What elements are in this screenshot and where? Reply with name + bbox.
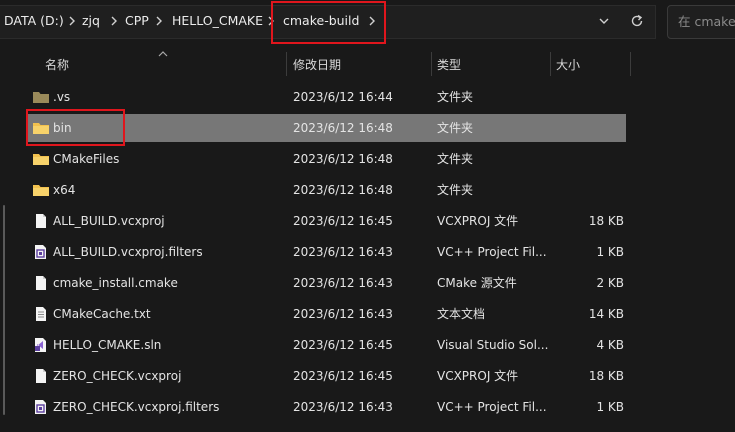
text-file-icon: [32, 306, 50, 322]
file-type: 文件夹: [437, 183, 474, 197]
file-row[interactable]: ALL_BUILD.vcxproj 2023/6/12 16:45 VCXPRO…: [26, 207, 626, 235]
search-input[interactable]: 在 cmake-build 中搜索: [667, 5, 735, 39]
breadcrumb-drive[interactable]: DATA (D:): [4, 10, 64, 32]
file-date: 2023/6/12 16:45: [293, 338, 393, 352]
vcxproj-filters-icon: [32, 399, 50, 415]
file-size: 4 KB: [596, 338, 624, 352]
file-size: 18 KB: [588, 369, 624, 383]
file-row[interactable]: ZERO_CHECK.vcxproj.filters 2023/6/12 16:…: [26, 393, 626, 421]
file-size: [553, 145, 624, 173]
folder-icon: [32, 182, 50, 198]
column-header-date[interactable]: 修改日期: [293, 52, 341, 78]
column-divider[interactable]: [431, 52, 432, 76]
file-date: 2023/6/12 16:45: [293, 369, 393, 383]
folder-icon: [32, 151, 50, 167]
document-icon: [32, 368, 50, 384]
file-type: 文件夹: [437, 90, 474, 104]
column-header-size[interactable]: 大小: [556, 52, 580, 78]
file-date: 2023/6/12 16:45: [293, 214, 393, 228]
file-date: 2023/6/12 16:43: [293, 307, 393, 321]
file-date: 2023/6/12 16:43: [293, 276, 393, 290]
file-type: 文件夹: [437, 121, 474, 135]
file-date: 2023/6/12 16:43: [293, 245, 393, 259]
refresh-icon[interactable]: [628, 12, 646, 30]
file-size: 1 KB: [596, 400, 624, 414]
file-size: [553, 83, 624, 111]
file-type: VC++ Project Fil...: [437, 245, 547, 259]
file-name: .vs: [53, 90, 71, 104]
document-icon: [32, 275, 50, 291]
breadcrumb-hello-cmake[interactable]: HELLO_CMAKE: [172, 10, 263, 32]
highlight-box-bin: [26, 109, 125, 146]
visual-studio-solution-icon: [32, 337, 50, 353]
file-type: CMake 源文件: [437, 276, 517, 290]
file-size: 1 KB: [596, 245, 624, 259]
file-type: Visual Studio Sol...: [437, 338, 549, 352]
search-placeholder: 在 cmake-build 中搜索: [678, 14, 735, 29]
file-size: 14 KB: [588, 307, 624, 321]
file-row[interactable]: x64 2023/6/12 16:48 文件夹: [26, 176, 626, 204]
chevron-right-icon[interactable]: [66, 12, 78, 30]
file-size: [553, 114, 624, 142]
column-divider[interactable]: [550, 52, 551, 76]
chevron-right-icon[interactable]: [153, 12, 165, 30]
toolbar: DATA (D:) zjq CPP HELLO_CMAKE cmake-buil…: [0, 0, 735, 46]
vcxproj-filters-icon: [32, 244, 50, 260]
file-row[interactable]: CMakeFiles 2023/6/12 16:48 文件夹: [26, 145, 626, 173]
file-name: CMakeFiles: [53, 152, 120, 166]
file-name: HELLO_CMAKE.sln: [53, 338, 162, 352]
chevron-down-icon[interactable]: [595, 12, 613, 30]
file-date: 2023/6/12 16:48: [293, 152, 393, 166]
breadcrumb-cpp[interactable]: CPP: [125, 10, 149, 32]
file-type: VCXPROJ 文件: [437, 369, 519, 383]
file-size: 18 KB: [588, 214, 624, 228]
file-date: 2023/6/12 16:48: [293, 183, 393, 197]
column-divider[interactable]: [630, 52, 631, 76]
file-row[interactable]: ZERO_CHECK.vcxproj 2023/6/12 16:45 VCXPR…: [26, 362, 626, 390]
breadcrumb-zjq[interactable]: zjq: [82, 10, 100, 32]
file-type: 文本文档: [437, 307, 486, 321]
chevron-right-icon[interactable]: [108, 12, 120, 30]
file-type: 文件夹: [437, 152, 474, 166]
file-date: 2023/6/12 16:43: [293, 400, 393, 414]
column-divider[interactable]: [286, 52, 287, 76]
file-row[interactable]: ALL_BUILD.vcxproj.filters 2023/6/12 16:4…: [26, 238, 626, 266]
file-size: 2 KB: [596, 276, 624, 290]
file-type: VCXPROJ 文件: [437, 214, 519, 228]
file-row[interactable]: HELLO_CMAKE.sln 2023/6/12 16:45 Visual S…: [26, 331, 626, 359]
file-row[interactable]: .vs 2023/6/12 16:44 文件夹: [26, 83, 626, 111]
file-size: [553, 176, 624, 204]
file-name: ZERO_CHECK.vcxproj.filters: [53, 400, 220, 414]
column-header-name[interactable]: 名称: [45, 52, 69, 78]
file-name: CMakeCache.txt: [53, 307, 151, 321]
file-name: cmake_install.cmake: [53, 276, 178, 290]
file-name: ALL_BUILD.vcxproj: [53, 214, 165, 228]
file-row[interactable]: cmake_install.cmake 2023/6/12 16:43 CMak…: [26, 269, 626, 297]
column-header-type[interactable]: 类型: [437, 52, 461, 78]
document-icon: [32, 213, 50, 229]
scrollbar[interactable]: [3, 205, 5, 415]
file-row[interactable]: CMakeCache.txt 2023/6/12 16:43 文本文档 14 K…: [26, 300, 626, 328]
file-name: ALL_BUILD.vcxproj.filters: [53, 245, 203, 259]
sort-up-icon: [158, 47, 168, 57]
folder-dim-icon: [32, 89, 50, 105]
file-date: 2023/6/12 16:44: [293, 90, 393, 104]
file-date: 2023/6/12 16:48: [293, 121, 393, 135]
file-name: x64: [53, 183, 76, 197]
file-type: VC++ Project Fil...: [437, 400, 547, 414]
highlight-box-breadcrumb: [271, 1, 386, 44]
file-name: ZERO_CHECK.vcxproj: [53, 369, 182, 383]
